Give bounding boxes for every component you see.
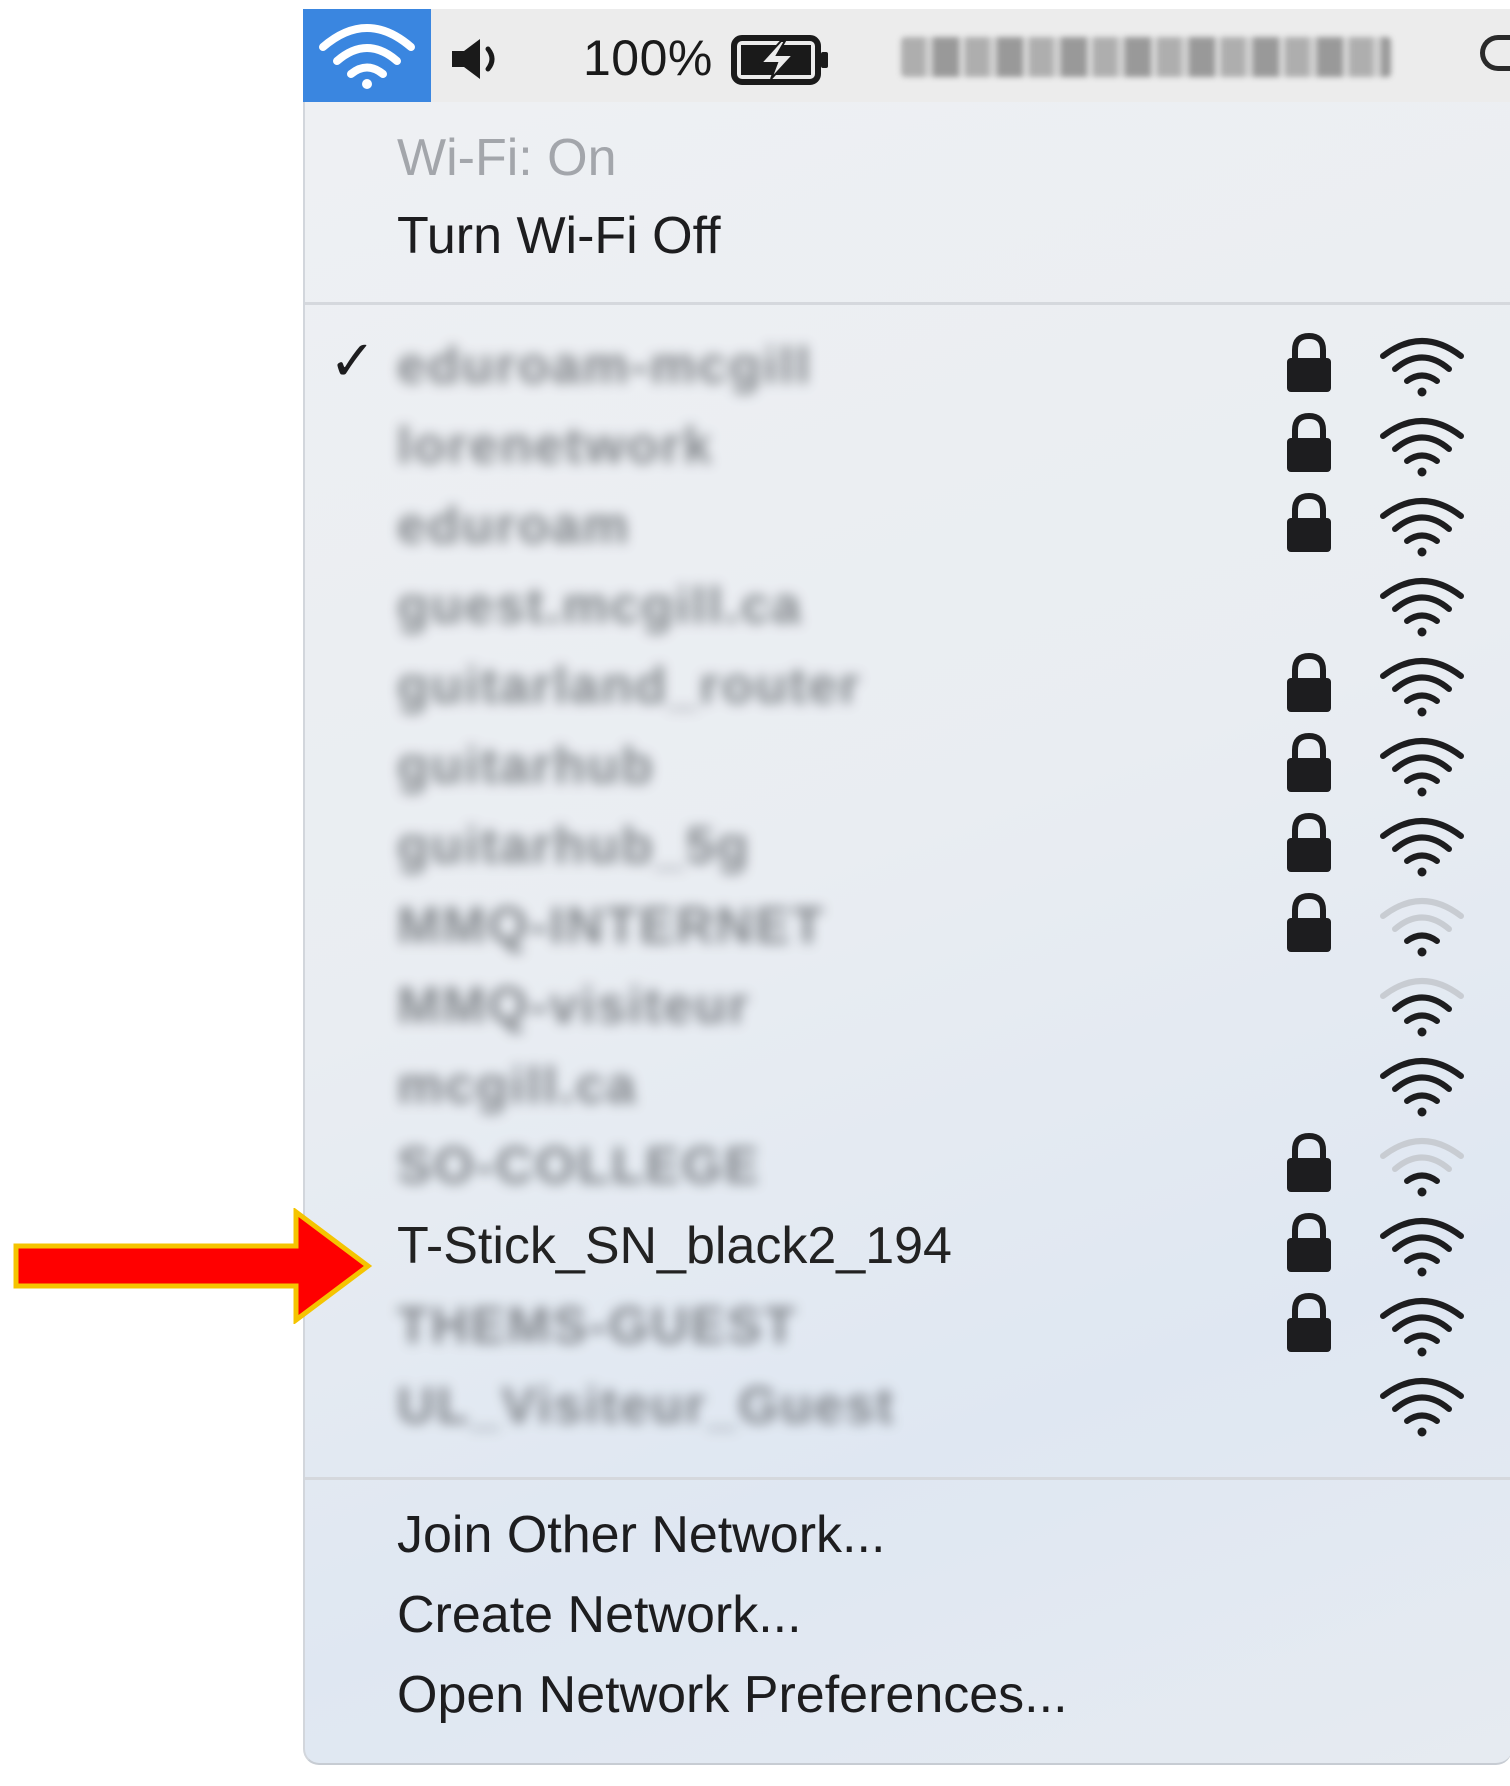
wifi-signal-icon [1377,1214,1467,1285]
wifi-network-item[interactable]: lorenetwork [305,410,1510,490]
wifi-signal-icon [1377,1054,1467,1125]
wifi-network-item[interactable]: MMQ-visiteur [305,970,1510,1050]
lock-icon [1283,650,1335,719]
wifi-signal-icon [1377,574,1467,645]
wifi-network-item[interactable]: guest.mcgill.ca [305,570,1510,650]
wifi-network-item[interactable]: MMQ-INTERNET [305,890,1510,970]
network-name: UL_Visiteur_Guest [397,1377,896,1435]
wifi-network-item[interactable]: UL_Visiteur_Guest [305,1370,1510,1450]
wifi-network-item[interactable]: guitarhub_5g [305,810,1510,890]
network-name: guitarhub_5g [397,817,751,875]
lock-icon [1283,410,1335,479]
wifi-network-item[interactable]: ✓ eduroam-mcgill [305,329,1510,410]
wifi-status-label: Wi-Fi: On [397,129,617,187]
menu-separator [305,302,1510,305]
wifi-signal-icon [1377,734,1467,805]
wifi-signal-icon [1377,1294,1467,1365]
wifi-signal-icon [1377,894,1467,965]
network-name: MMQ-INTERNET [397,897,826,955]
wifi-signal-icon [1377,1374,1467,1445]
lock-icon [1283,890,1335,959]
wifi-dropdown-menu: Wi-Fi: On Turn Wi-Fi Off ✓ eduroam-mcgill… [303,102,1510,1765]
lock-icon [1283,490,1335,559]
battery-percent[interactable]: 100% [583,29,713,87]
lock-icon [1283,330,1335,399]
create-network-item[interactable]: Create Network... [397,1585,802,1645]
wifi-signal-icon [1377,974,1467,1045]
wifi-signal-icon [1377,654,1467,725]
network-name: SO-COLLEGE [397,1137,761,1195]
lock-icon [1283,1290,1335,1359]
network-name: MMQ-visiteur [397,977,751,1035]
wifi-signal-icon [1377,334,1467,405]
wifi-signal-icon [1377,494,1467,565]
wifi-network-item[interactable]: T-Stick_SN_black2_194 [305,1210,1510,1290]
network-name: eduroam [397,497,631,555]
network-name: T-Stick_SN_black2_194 [397,1217,952,1275]
network-name: THEMS-GUEST [397,1297,798,1355]
wifi-network-item[interactable]: guitarhub [305,730,1510,810]
network-name: mcgill.ca [397,1057,638,1115]
wifi-network-item[interactable]: mcgill.ca [305,1050,1510,1130]
wifi-status-menu-button[interactable] [303,9,431,102]
lock-icon [1283,730,1335,799]
network-name: lorenetwork [397,417,714,475]
network-name: guitarland_router [397,657,862,715]
network-name: guitarhub [397,737,655,795]
wifi-signal-icon [1377,1134,1467,1205]
wifi-network-item[interactable]: guitarland_router [305,650,1510,730]
network-name: eduroam-mcgill [397,337,813,395]
wifi-signal-icon [1377,814,1467,885]
speaker-icon[interactable] [450,37,510,81]
network-name: guest.mcgill.ca [397,577,803,635]
annotation-arrow [13,1208,373,1324]
wifi-network-item[interactable]: eduroam [305,490,1510,570]
clock-redacted[interactable] [901,37,1391,77]
open-network-preferences-item[interactable]: Open Network Preferences... [397,1665,1068,1725]
menu-separator [305,1477,1510,1480]
lock-icon [1283,1210,1335,1279]
lock-icon [1283,1130,1335,1199]
battery-charging-icon[interactable] [731,35,831,85]
wifi-icon [319,24,415,89]
lock-icon [1283,810,1335,879]
wifi-network-item[interactable]: THEMS-GUEST [305,1290,1510,1370]
join-other-network-item[interactable]: Join Other Network... [397,1505,885,1565]
connected-checkmark-icon: ✓ [329,329,376,392]
turn-wifi-off-item[interactable]: Turn Wi-Fi Off [397,206,721,266]
wifi-signal-icon [1377,414,1467,485]
menu-bar: 100% [303,9,1510,103]
spotlight-search-icon[interactable] [1480,35,1510,71]
wifi-network-item[interactable]: SO-COLLEGE [305,1130,1510,1210]
